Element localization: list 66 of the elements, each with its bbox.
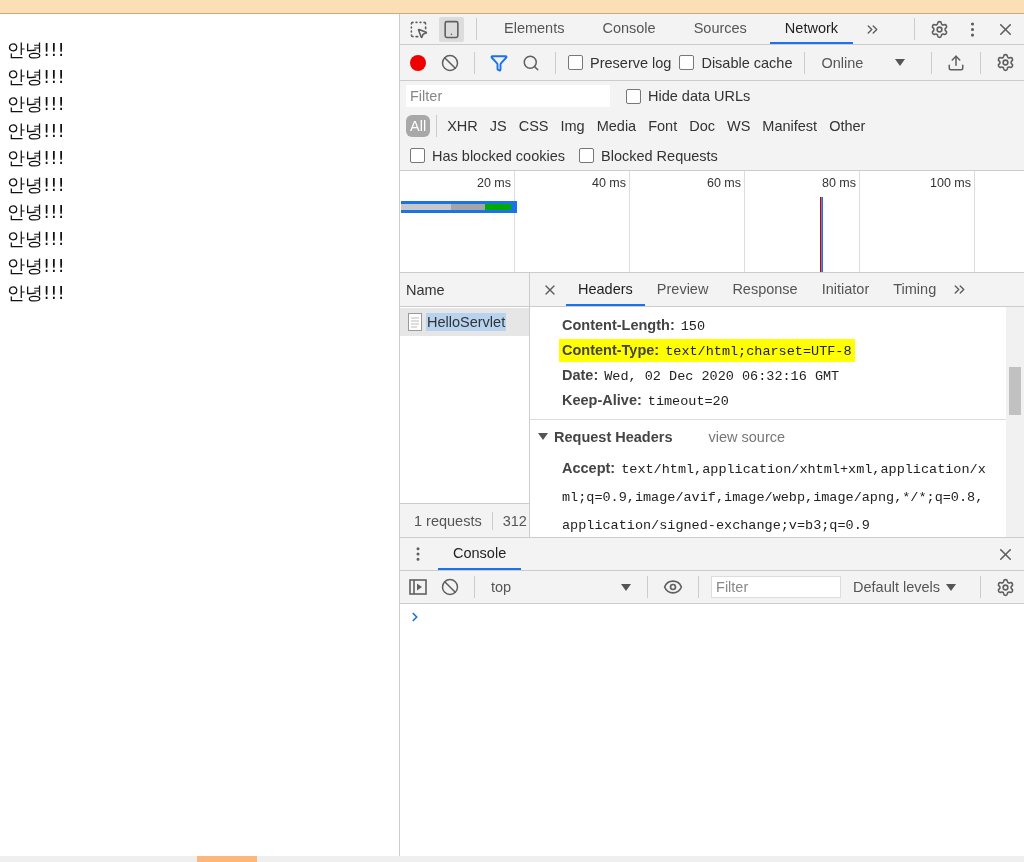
type-filter[interactable]: Media <box>592 115 641 137</box>
type-filter[interactable]: Img <box>556 115 589 137</box>
checkbox[interactable] <box>579 148 594 163</box>
log-levels-select[interactable]: Default levels <box>849 579 961 595</box>
type-filter[interactable]: Other <box>825 115 870 137</box>
page-text: 안녕!!! <box>7 200 65 224</box>
page-text: 안녕!!! <box>7 254 65 278</box>
device-toolbar-icon[interactable] <box>439 16 464 42</box>
timeline-tick: 100 ms <box>930 176 971 190</box>
view-source-link[interactable]: view source <box>708 428 786 445</box>
panel-tab[interactable]: Network <box>769 14 854 44</box>
header-line: Keep-Alive: timeout=20 <box>562 392 729 409</box>
filter-field[interactable]: Filter <box>406 85 610 107</box>
blocked-filter-label: Has blocked cookies <box>432 147 565 164</box>
blocked-filter-label: Blocked Requests <box>601 147 718 164</box>
page-text: 안녕!!! <box>7 173 65 197</box>
detail-tab[interactable]: Headers <box>566 273 645 306</box>
document-icon <box>408 313 422 331</box>
timeline-tick: 40 ms <box>591 176 626 190</box>
panel-tab[interactable]: Console <box>587 14 671 44</box>
page-text: 안녕!!! <box>7 119 65 143</box>
page-text: 안녕!!! <box>7 38 65 62</box>
request-name: HelloServlet <box>426 313 507 331</box>
type-filter[interactable]: WS <box>723 115 755 137</box>
header-line: Content-Length: 150 <box>562 317 706 334</box>
console-filter-field[interactable]: Filter <box>711 576 842 598</box>
type-filter[interactable]: Font <box>644 115 682 137</box>
header-line: Accept: text/html,application/xhtml+xml,application/xml;q=0.9,image/avif,image/webp,image/apng,*/*;q=0.8,application/signed-exchange;v=b3;q=0.9 <box>562 460 986 532</box>
type-filter[interactable]: Manifest <box>758 115 822 137</box>
scrollbar[interactable] <box>1006 307 1024 537</box>
page-text: 안녕!!! <box>7 281 65 305</box>
page-text: 안녕!!! <box>7 146 65 170</box>
page-text: 안녕!!! <box>7 227 65 251</box>
request-count: 1 requests <box>414 512 482 529</box>
timeline-tick: 60 ms <box>706 176 741 190</box>
page-text: 안녕!!! <box>7 92 65 116</box>
detail-tab[interactable]: Timing <box>881 273 949 306</box>
context-select[interactable]: top <box>486 579 636 595</box>
hide-data-urls-label: Hide data URLs <box>648 88 751 104</box>
timeline-tick: 80 ms <box>821 176 856 190</box>
type-filter[interactable]: JS <box>485 115 511 137</box>
request-row[interactable]: HelloServlet <box>400 308 529 336</box>
section-title: Request Headers <box>554 428 673 445</box>
checkbox[interactable] <box>626 88 641 104</box>
drawer-tab[interactable]: Console <box>438 538 522 570</box>
detail-tab[interactable]: Response <box>720 273 810 306</box>
detail-tab[interactable]: Initiator <box>809 273 882 306</box>
page-text: 안녕!!! <box>7 65 65 89</box>
detail-tab[interactable]: Preview <box>644 273 721 306</box>
throttling-select[interactable]: Online <box>817 54 910 71</box>
type-filter[interactable]: XHR <box>443 115 482 137</box>
checkbox[interactable] <box>568 55 583 70</box>
sidebar-toggle-icon[interactable] <box>406 576 430 598</box>
checkbox[interactable] <box>410 148 425 163</box>
panel-tab[interactable]: Elements <box>489 14 580 44</box>
preserve-log-label: Preserve log <box>590 54 672 71</box>
timeline-tick: 20 ms <box>476 176 511 190</box>
expand-triangle-icon[interactable] <box>538 433 548 440</box>
transfer-size: 312 <box>502 512 527 529</box>
header-line: Date: Wed, 02 Dec 2020 06:32:16 GMT <box>562 367 840 384</box>
name-column-header: Name <box>400 273 529 307</box>
type-filter[interactable]: CSS <box>514 115 553 137</box>
panel-tab[interactable]: Sources <box>678 14 762 44</box>
type-filter[interactable]: Doc <box>685 115 719 137</box>
checkbox[interactable] <box>679 55 695 70</box>
disable-cache-label: Disable cache <box>701 54 793 71</box>
